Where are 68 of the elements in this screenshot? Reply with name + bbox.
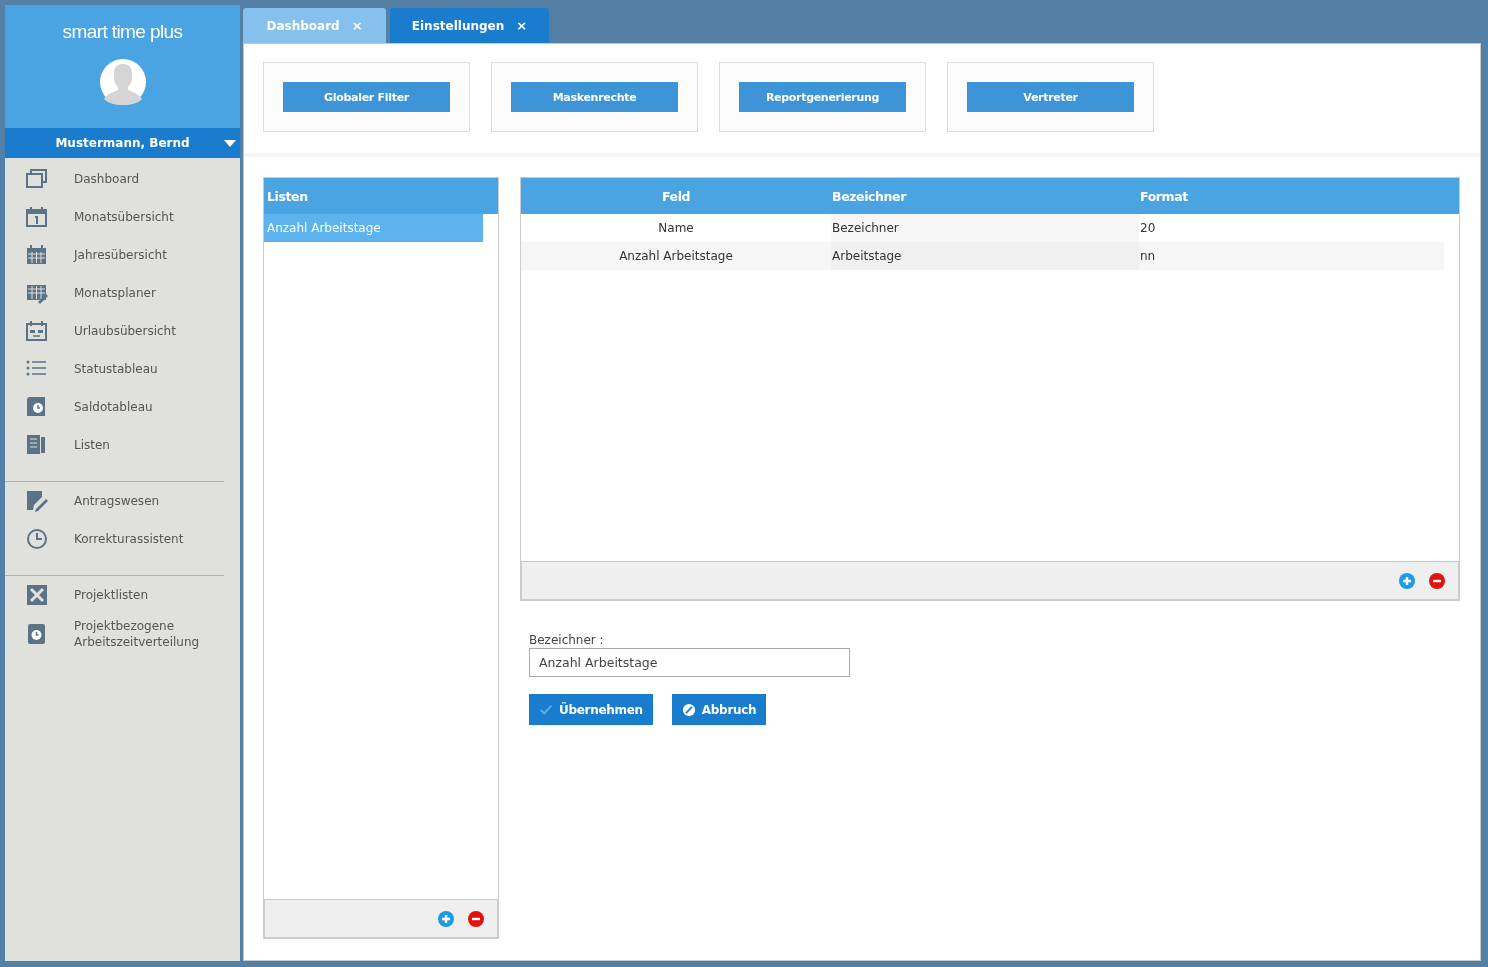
window-icon [26, 168, 48, 190]
field-label: Bezeichner : [529, 633, 604, 647]
calendar-icon [26, 244, 48, 266]
cancel-button[interactable]: Abbruch [671, 694, 767, 725]
menu-label: Monatsübersicht [74, 209, 175, 225]
cancel-icon [681, 702, 696, 717]
calendar-face-icon [26, 320, 48, 342]
add-icon[interactable] [438, 910, 454, 927]
settings-button[interactable]: Reportgenerierung [739, 82, 906, 112]
menu-label: Saldotableau [74, 399, 154, 415]
table-cell-text: 20 [1139, 220, 1157, 237]
close-icon[interactable]: × [516, 18, 528, 33]
menu-item[interactable]: Dashboard [5, 160, 240, 198]
menu-label: Urlaubsübersicht [74, 323, 177, 339]
settings-button[interactable]: Maskenrechte [511, 82, 678, 112]
calendar-pen-icon [26, 282, 48, 304]
menu-label: Statustableau [74, 361, 159, 377]
tab-label: Dashboard [266, 18, 340, 33]
tools-icon [26, 584, 48, 606]
column-header[interactable]: Format [1139, 188, 1459, 204]
column-header[interactable]: Feld [521, 188, 831, 204]
check-icon [539, 702, 553, 717]
menu-item[interactable]: Korrekturassistent [5, 520, 240, 558]
apply-button[interactable]: Übernehmen [529, 694, 653, 725]
settings-button[interactable]: Vertreter [967, 82, 1134, 112]
app-title: smart time plus [62, 21, 183, 43]
caret-icon [224, 140, 236, 147]
menu-label: Korrekturassistent [74, 531, 185, 547]
remove-icon[interactable] [468, 910, 484, 927]
add-icon[interactable] [1399, 572, 1415, 589]
lists-header: Listen [264, 178, 498, 214]
settings-button[interactable]: Globaler Filter [283, 82, 450, 112]
menu-label: Antragswesen [74, 493, 161, 509]
bezeichner-field[interactable]: Anzahl Arbeitstage [529, 648, 850, 677]
user-dropdown[interactable]: Mustermann, Bernd [5, 128, 240, 158]
clock-icon [26, 396, 48, 418]
menu-item[interactable]: Saldotableau [5, 388, 240, 426]
calendar-icon [26, 206, 48, 228]
table-cell: Bezeichner [831, 214, 1139, 242]
column-header[interactable]: Bezeichner [831, 188, 1139, 204]
table-cell: Arbeitstage [831, 242, 1139, 270]
menu-label: Projektbezogene Arbeitszeitverteilung [74, 618, 201, 650]
menu-label: Projektlisten [74, 587, 150, 603]
menu-item[interactable]: Listen [5, 426, 240, 464]
list-item[interactable]: Anzahl Arbeitstage [264, 214, 483, 242]
menu-item[interactable]: Urlaubsübersicht [5, 312, 240, 350]
clock-icon [26, 623, 48, 645]
menu-item[interactable]: Monatsplaner [5, 274, 240, 312]
clock-icon [26, 528, 48, 550]
menu-label: Jahresübersicht [74, 247, 168, 263]
table-cell-text: Anzahl Arbeitstage [618, 248, 734, 265]
menu-item[interactable]: Jahresübersicht [5, 236, 240, 274]
menu-item[interactable]: Projektlisten [5, 576, 240, 614]
pen-icon [26, 490, 48, 512]
table-cell-text: nn [1139, 248, 1157, 265]
menu-label: Listen [74, 437, 111, 453]
tab-label: Einstellungen [411, 18, 505, 33]
menu-label: Dashboard [74, 171, 141, 187]
menu-item[interactable]: Antragswesen [5, 482, 240, 520]
menu-item[interactable]: Projektbezogene Arbeitszeitverteilung [5, 614, 240, 654]
avatar-icon [99, 59, 146, 105]
document-icon [26, 434, 48, 456]
table-cell-text: Name [657, 220, 695, 237]
remove-icon[interactable] [1429, 572, 1445, 589]
tab[interactable]: Einstellungen × [390, 8, 549, 43]
menu-item[interactable]: Monatsübersicht [5, 198, 240, 236]
menu-label: Monatsplaner [74, 285, 157, 301]
menu-item[interactable]: Statustableau [5, 350, 240, 388]
